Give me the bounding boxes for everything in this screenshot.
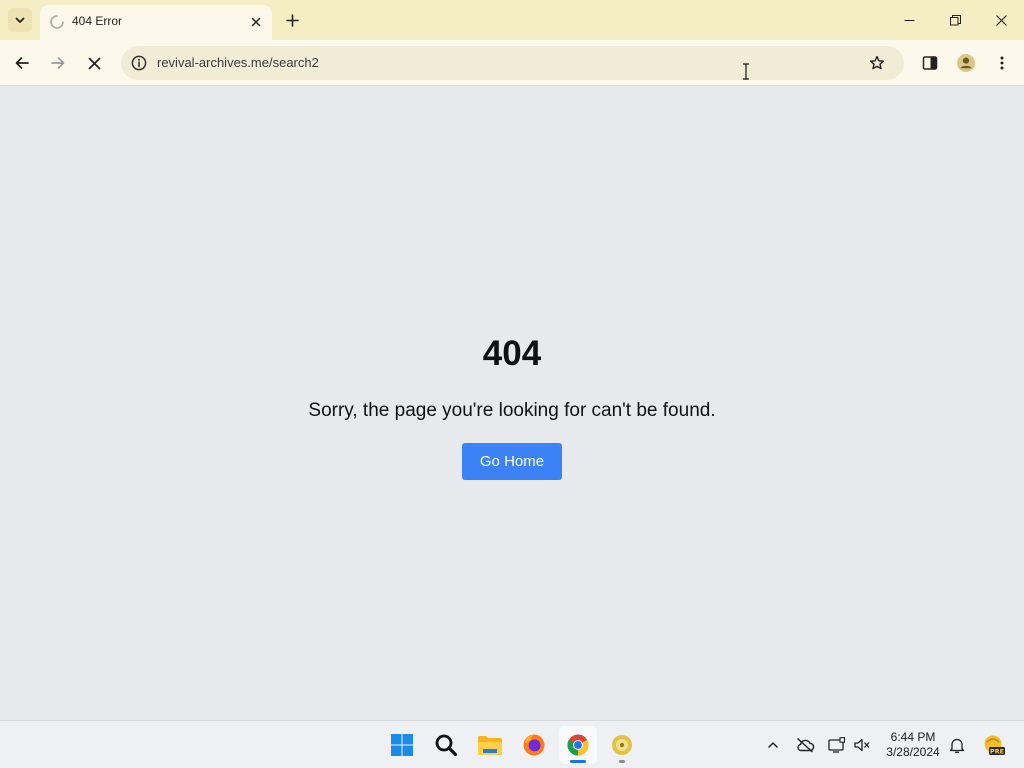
copilot-pre-icon: PRE (984, 735, 1005, 756)
error-message: Sorry, the page you're looking for can't… (308, 400, 716, 421)
close-icon (995, 14, 1007, 26)
taskbar-search-button[interactable] (427, 726, 465, 764)
close-window-button[interactable] (978, 0, 1024, 40)
forward-button[interactable] (42, 47, 74, 79)
new-tab-button[interactable] (280, 8, 304, 32)
address-bar[interactable]: revival-archives.me/search2 (121, 46, 904, 80)
star-icon (869, 55, 885, 70)
menu-button[interactable] (986, 47, 1018, 79)
arrow-right-icon (51, 57, 65, 69)
tab-search-button[interactable] (8, 8, 32, 32)
side-panel-button[interactable] (914, 47, 946, 79)
svg-text:PRE: PRE (990, 748, 1004, 756)
clock-date: 3/28/2024 (886, 745, 940, 759)
taskbar-file-explorer[interactable] (471, 726, 509, 764)
back-button[interactable] (6, 47, 38, 79)
onedrive-tray-button[interactable] (794, 735, 816, 755)
info-icon (131, 55, 147, 71)
start-button[interactable] (383, 726, 421, 764)
chrome-icon (567, 734, 589, 756)
taskbar-clock[interactable]: 6:44 PM 3/28/2024 (876, 730, 950, 760)
arrow-left-icon (15, 57, 29, 69)
volume-tray-button[interactable] (851, 735, 873, 755)
display-icon (828, 737, 846, 753)
site-info-button[interactable] (129, 53, 149, 73)
tab-close-button[interactable] (246, 12, 266, 32)
cloud-offline-icon (797, 737, 815, 753)
minimize-button[interactable] (886, 0, 932, 40)
error-code-heading: 404 (482, 334, 542, 373)
notifications-button[interactable] (946, 735, 968, 755)
close-icon (251, 17, 261, 27)
taskbar-firefox[interactable] (515, 726, 553, 764)
browser-toolbar: revival-archives.me/search2 (0, 40, 1024, 86)
bookmark-button[interactable] (867, 53, 887, 73)
restore-button[interactable] (932, 0, 978, 40)
close-icon (88, 57, 100, 69)
chevron-up-icon (768, 742, 778, 748)
folder-icon (478, 736, 502, 755)
copilot-button[interactable]: PRE (980, 735, 1006, 756)
taskbar-app[interactable] (603, 726, 641, 764)
avatar-icon (957, 54, 975, 72)
active-app-indicator (570, 760, 586, 763)
windows-taskbar: 6:44 PM 3/28/2024 PRE (0, 720, 1024, 768)
text-cursor-icon (743, 63, 749, 80)
windows-logo-icon (391, 734, 413, 756)
more-vert-icon (1000, 56, 1004, 70)
network-tray-button[interactable] (826, 735, 848, 755)
search-icon (435, 734, 458, 757)
plus-icon (285, 13, 299, 27)
profile-button[interactable] (950, 47, 982, 79)
running-app-indicator (619, 760, 625, 763)
tab-title: 404 Error (72, 14, 123, 28)
chevron-down-icon (15, 17, 25, 23)
loading-spinner-icon (50, 15, 64, 29)
side-panel-icon (922, 56, 938, 70)
speaker-mute-icon (854, 738, 870, 752)
cd-icon (612, 735, 632, 755)
stop-loading-button[interactable] (78, 47, 110, 79)
browser-titlebar: 404 Error (0, 0, 1024, 40)
go-home-button[interactable]: Go Home (462, 443, 562, 480)
restore-icon (949, 14, 961, 25)
browser-tab[interactable]: 404 Error (40, 5, 272, 40)
bell-icon (949, 738, 965, 753)
minimize-icon (904, 19, 914, 21)
page-viewport: 404 Sorry, the page you're looking for c… (0, 87, 1024, 720)
taskbar-chrome[interactable] (559, 726, 597, 764)
show-hidden-icons-button[interactable] (762, 735, 784, 755)
url-text[interactable]: revival-archives.me/search2 (157, 55, 319, 70)
clock-time: 6:44 PM (890, 730, 936, 744)
firefox-icon (523, 734, 545, 756)
